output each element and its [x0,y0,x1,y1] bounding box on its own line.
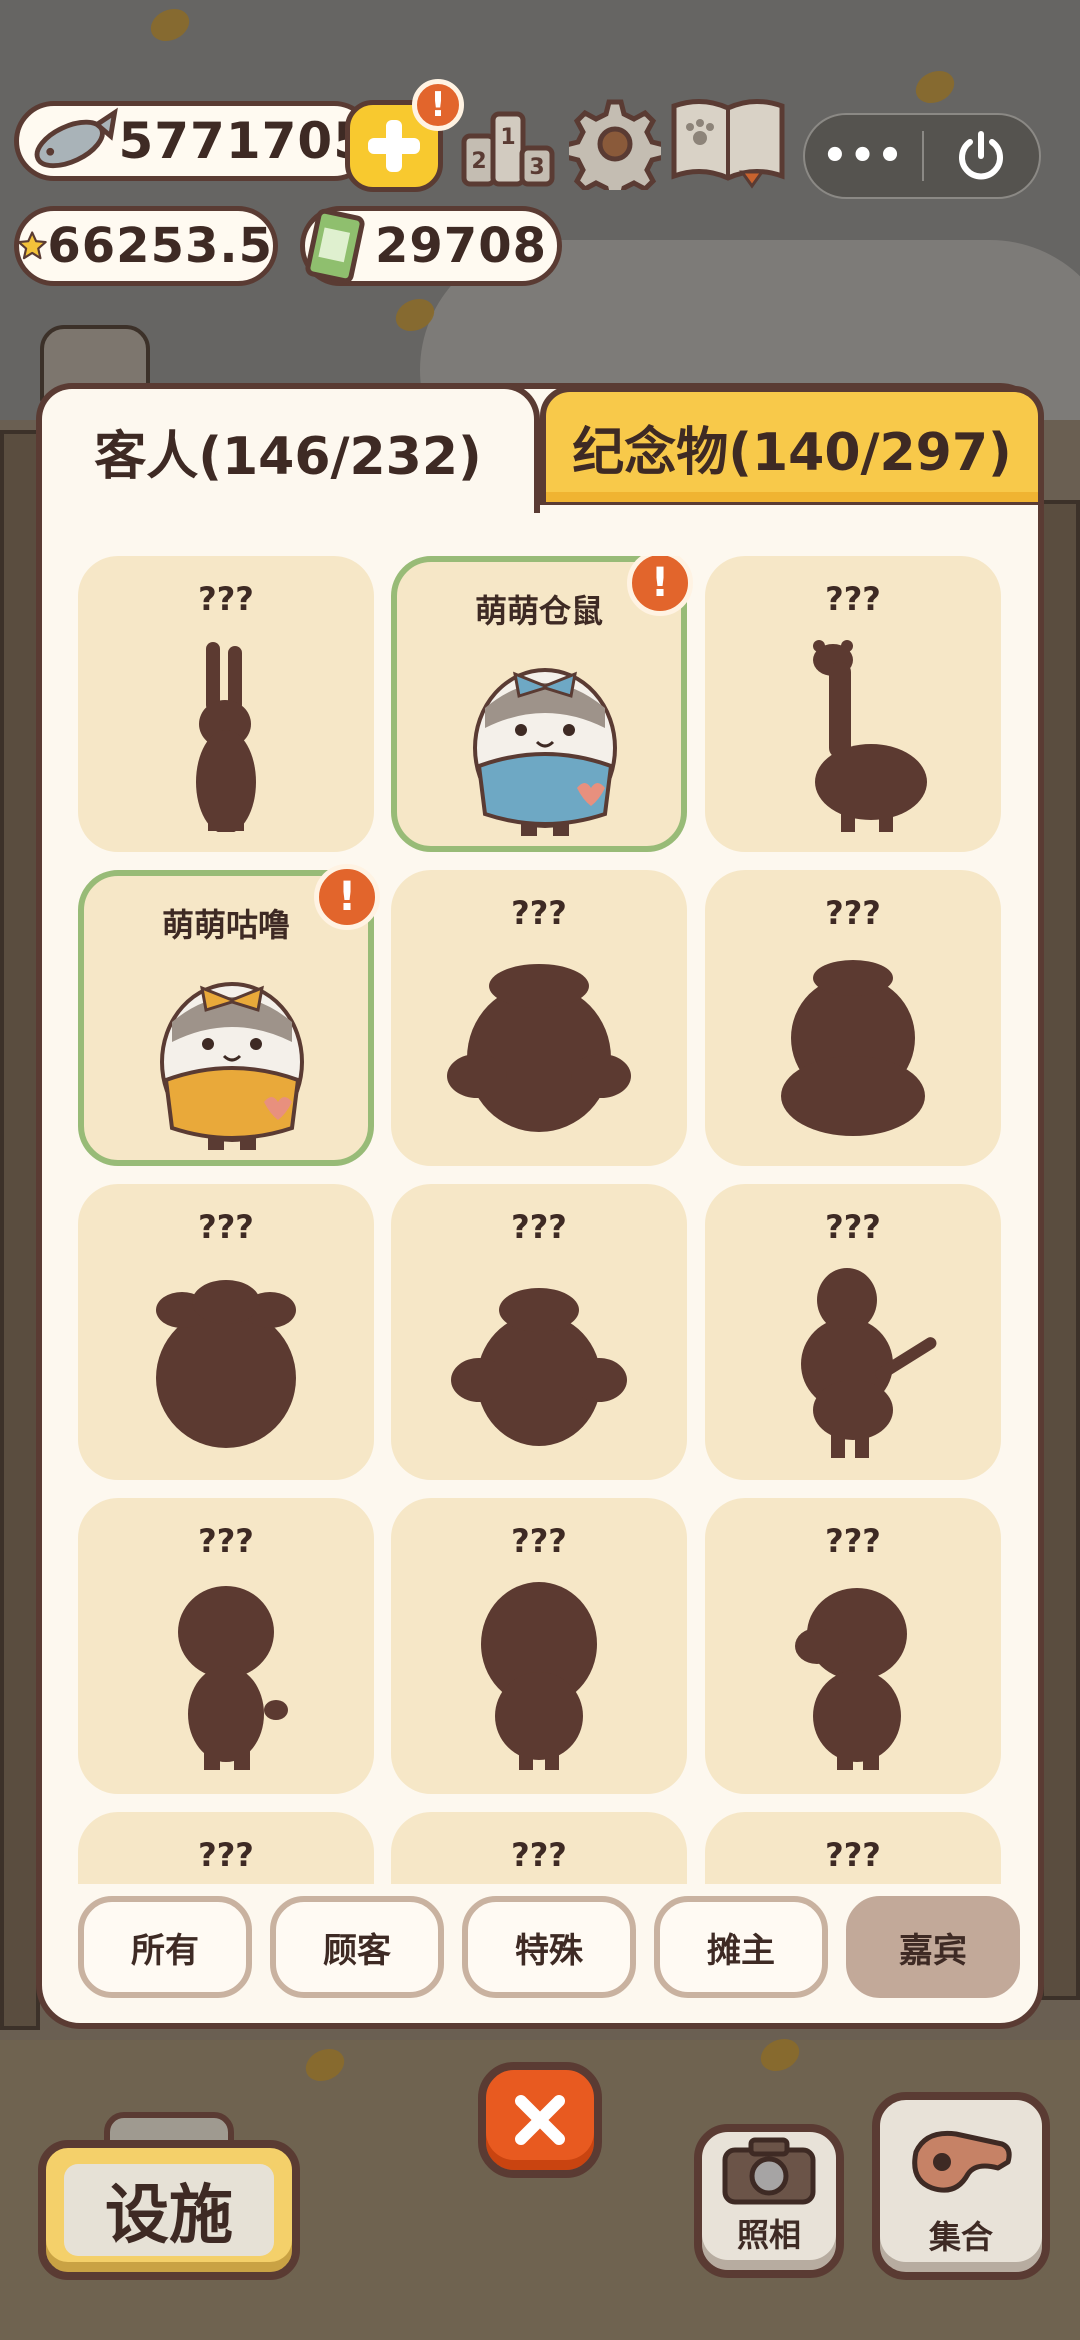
settings-button[interactable] [567,96,663,192]
fish-icon [34,107,118,169]
guest-name: ??? [198,580,254,618]
svg-text:1: 1 [500,125,515,150]
guidebook-button[interactable] [668,94,788,190]
guest-card[interactable]: ??? [705,1498,1001,1794]
svg-text:2: 2 [471,149,486,174]
guest-grid[interactable]: ??? 萌萌仓鼠 !??? 萌萌咕噜 !??????????????????????… [78,556,1002,1884]
guest-silhouette [813,640,927,832]
guest-name: ??? [198,1208,254,1246]
svg-text:3: 3 [529,155,544,180]
guest-name: ??? [198,1836,254,1874]
add-currency-button[interactable]: ! [345,79,464,192]
guest-card[interactable]: ??? [78,1812,374,1884]
new-guest-badge: ! [314,864,380,930]
background-stall-right [1040,500,1080,2000]
whistle-icon [912,2130,1012,2193]
tab-souvenirs-label: 纪念物(140/297) [572,422,1012,483]
star-currency: 66253.5 [14,206,278,286]
ticket-count: 29708 [375,218,547,274]
guest-card[interactable]: ??? [705,556,1001,852]
ticket-currency: 29708 [300,206,562,286]
gather-label: 集合 [928,2218,993,2256]
guest-silhouette [795,1588,907,1770]
guest-name: ??? [511,894,567,932]
star-count: 66253.5 [47,218,273,274]
guest-name: ??? [825,1836,881,1874]
filter-button[interactable]: 摊主 [654,1896,828,1998]
guest-name: ??? [825,1208,881,1246]
guest-card[interactable]: ??? [78,556,374,852]
guest-silhouette [178,1586,288,1770]
guest-card[interactable]: ??? [391,1812,687,1884]
plus-icon [368,120,420,172]
fish-count: 5771705 [118,112,369,170]
filter-button[interactable]: 所有 [78,1896,252,1998]
guest-silhouette [781,960,925,1136]
close-button[interactable] [478,2062,602,2178]
filter-button[interactable]: 特殊 [462,1896,636,1998]
star-icon [17,231,47,260]
guest-card[interactable]: ??? [78,1184,374,1480]
photo-label: 照相 [736,2216,801,2254]
filter-button[interactable]: 嘉宾 [846,1896,1020,1998]
guest-silhouette [451,1288,627,1446]
facility-label: 设施 [64,2164,274,2256]
miniprogram-menu-capsule: ••• [803,113,1041,199]
guest-card[interactable]: ??? [705,870,1001,1166]
alert-badge: ! [412,79,464,131]
guest-card[interactable]: ??? [78,1498,374,1794]
tab-guests[interactable]: 客人(146/232) [36,383,540,513]
gear-icon [569,99,661,190]
filter-button[interactable]: 顾客 [270,1896,444,1998]
guest-card[interactable]: ??? [391,870,687,1166]
filter-bar: 所有 顾客 特殊 摊主 嘉宾 [78,1896,1022,2000]
guest-name: ??? [825,580,881,618]
guest-card[interactable]: ??? [705,1812,1001,1884]
leaderboard-button[interactable]: 2 1 3 [458,100,558,190]
close-icon [515,2095,565,2145]
guest-name: ??? [511,1208,567,1246]
guest-card[interactable]: 萌萌咕噜 ! [78,864,380,1166]
background-stall-left [0,430,40,2030]
guest-silhouette [801,1268,937,1458]
guest-silhouette [196,642,256,832]
book-icon [671,99,785,189]
guest-name: ??? [511,1836,567,1874]
fish-currency: 5771705 [14,101,374,181]
tab-guests-label: 客人(146/232) [94,426,482,487]
new-guest-badge: ! [627,556,693,616]
photo-button[interactable]: 照相 [694,2124,844,2278]
guest-portrait [160,982,304,1150]
guest-name: ??? [825,894,881,932]
tab-souvenirs[interactable]: 纪念物(140/297) [540,386,1044,508]
gather-button[interactable]: 集合 [872,2092,1050,2280]
guest-name: ??? [511,1522,567,1560]
camera-icon [722,2137,816,2205]
guest-name: ??? [825,1522,881,1560]
podium-icon: 2 1 3 [461,111,555,187]
guest-silhouette [447,964,631,1132]
guest-card[interactable]: ??? [391,1184,687,1480]
power-icon [959,131,1004,180]
guest-card[interactable]: ??? [705,1184,1001,1480]
exit-button[interactable] [924,128,1039,184]
ticket-icon [305,208,365,284]
guest-silhouette [481,1582,597,1770]
more-options-button[interactable]: ••• [805,133,922,179]
guest-portrait [473,668,617,836]
guest-card[interactable]: ??? [391,1498,687,1794]
guest-silhouette [156,1280,296,1448]
guest-card[interactable]: 萌萌仓鼠 ! [391,556,693,852]
facility-button[interactable]: 设施 [38,2140,300,2280]
guest-name: ??? [198,1522,254,1560]
